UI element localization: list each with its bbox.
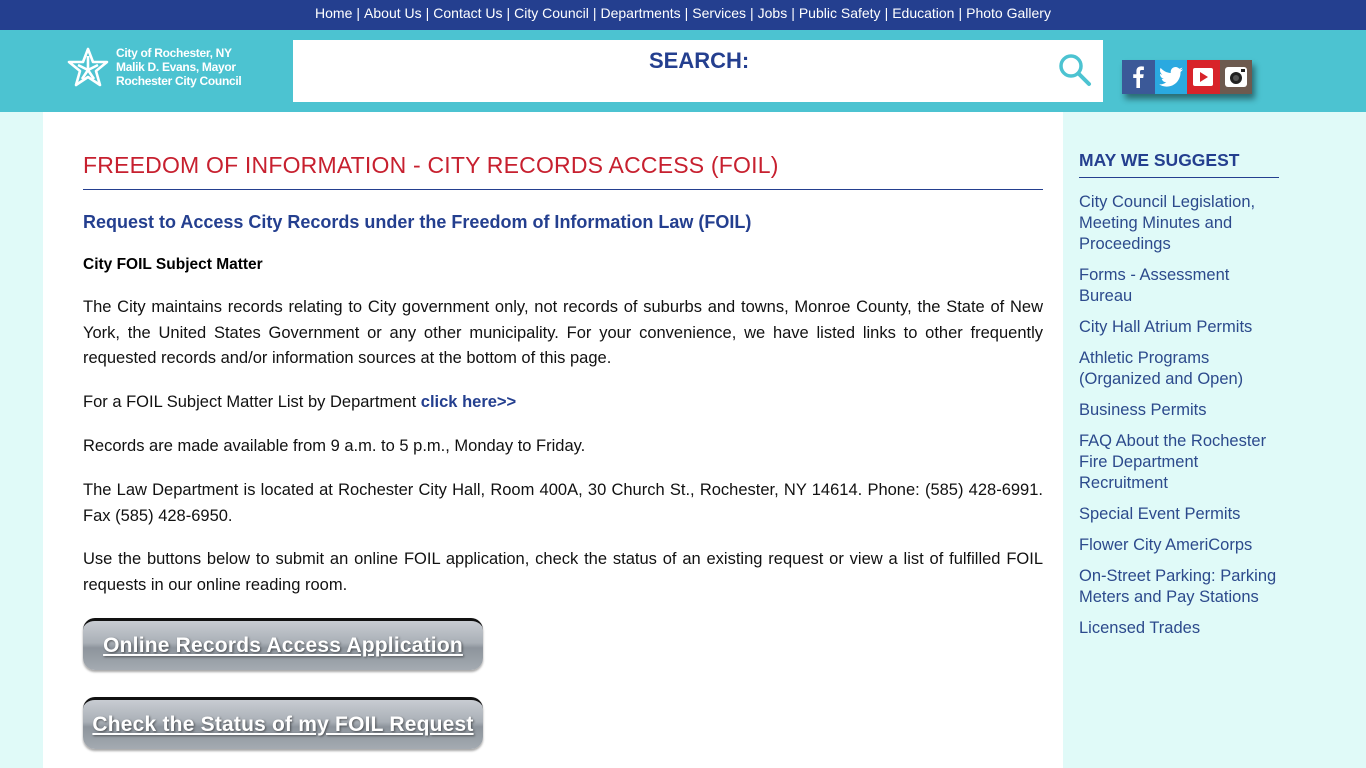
list-item: Flower City AmeriCorps: [1079, 535, 1279, 556]
list-item: Business Permits: [1079, 400, 1279, 421]
subject-list-link[interactable]: click here>>: [421, 393, 516, 411]
nav-services[interactable]: Services: [692, 5, 746, 21]
top-navigation: Home | About Us | Contact Us | City Council | De…: [0, 0, 1366, 30]
list-item: Forms - Assessment Bureau: [1079, 265, 1279, 307]
online-records-access-button[interactable]: Online Records Access Application: [83, 618, 483, 670]
nav-contact-us[interactable]: Contact Us: [433, 5, 502, 21]
flower-star-icon: [67, 47, 109, 87]
check-foil-status-button[interactable]: Check the Status of my FOIL Request: [83, 697, 483, 749]
nav-separator: |: [592, 5, 597, 21]
nav-separator: |: [749, 5, 754, 21]
nav-separator: |: [958, 5, 963, 21]
search-icon[interactable]: [1057, 52, 1093, 88]
nav-home[interactable]: Home: [315, 5, 352, 21]
twitter-icon[interactable]: [1154, 60, 1187, 94]
subject-heading: City FOIL Subject Matter: [83, 256, 263, 273]
suggestion-link[interactable]: On-Street Parking: Parking Meters and Pa…: [1079, 566, 1279, 608]
search-label: SEARCH:: [649, 48, 750, 73]
subject-list-paragraph: For a FOIL Subject Matter List by Depart…: [83, 390, 1043, 416]
logo-line-city: City of Rochester, NY: [116, 46, 232, 60]
list-item: On-Street Parking: Parking Meters and Pa…: [1079, 566, 1279, 608]
logo-text: City of Rochester, NY Malik D. Evans, Ma…: [116, 46, 242, 88]
nav-about-us[interactable]: About Us: [364, 5, 422, 21]
sidebar-title: MAY WE SUGGEST: [1079, 150, 1279, 178]
nav-public-safety[interactable]: Public Safety: [799, 5, 881, 21]
page-title: FREEDOM OF INFORMATION - CITY RECORDS AC…: [83, 152, 1043, 190]
nav-separator: |: [356, 5, 361, 21]
main-content: FREEDOM OF INFORMATION - CITY RECORDS AC…: [43, 112, 1063, 768]
logo-line-council: Rochester City Council: [116, 74, 242, 88]
nav-departments[interactable]: Departments: [601, 5, 681, 21]
scope-paragraph: The City maintains records relating to C…: [83, 298, 1043, 367]
suggestions-sidebar: MAY WE SUGGEST City Council Legislation,…: [1079, 150, 1279, 649]
list-item: City Hall Atrium Permits: [1079, 317, 1279, 338]
nav-separator: |: [506, 5, 511, 21]
nav-city-council[interactable]: City Council: [514, 5, 589, 21]
location-paragraph: The Law Department is located at Rochest…: [83, 481, 1043, 525]
city-logo[interactable]: City of Rochester, NY Malik D. Evans, Ma…: [66, 44, 266, 94]
nav-jobs[interactable]: Jobs: [758, 5, 788, 21]
youtube-icon[interactable]: [1187, 60, 1220, 94]
suggestion-list: City Council Legislation, Meeting Minute…: [1079, 192, 1279, 639]
facebook-icon[interactable]: [1122, 60, 1155, 94]
social-links: [1122, 60, 1252, 94]
list-item: City Council Legislation, Meeting Minute…: [1079, 192, 1279, 255]
suggestion-link[interactable]: Forms - Assessment Bureau: [1079, 265, 1279, 307]
list-item: Special Event Permits: [1079, 504, 1279, 525]
suggestion-link[interactable]: Athletic Programs (Organized and Open): [1079, 348, 1279, 390]
suggestion-link[interactable]: Flower City AmeriCorps: [1079, 535, 1279, 556]
suggestion-link[interactable]: Special Event Permits: [1079, 504, 1279, 525]
instructions-paragraph: Use the buttons below to submit an onlin…: [83, 550, 1043, 594]
suggestion-link[interactable]: Business Permits: [1079, 400, 1279, 421]
suggestion-link[interactable]: FAQ About the Rochester Fire Department …: [1079, 431, 1279, 494]
search-input[interactable]: SEARCH:: [293, 40, 1103, 102]
nav-separator: |: [884, 5, 889, 21]
nav-education[interactable]: Education: [892, 5, 954, 21]
hours-paragraph: Records are made available from 9 a.m. t…: [83, 437, 586, 455]
instagram-icon[interactable]: [1219, 60, 1252, 94]
subject-list-text: For a FOIL Subject Matter List by Depart…: [83, 393, 421, 411]
nav-photo-gallery[interactable]: Photo Gallery: [966, 5, 1051, 21]
logo-line-mayor: Malik D. Evans, Mayor: [116, 60, 236, 74]
list-item: Licensed Trades: [1079, 618, 1279, 639]
suggestion-link[interactable]: City Council Legislation, Meeting Minute…: [1079, 192, 1279, 255]
site-header: City of Rochester, NY Malik D. Evans, Ma…: [0, 30, 1366, 112]
nav-separator: |: [684, 5, 689, 21]
page-subtitle: Request to Access City Records under the…: [83, 212, 752, 232]
suggestion-link[interactable]: Licensed Trades: [1079, 618, 1279, 639]
list-item: FAQ About the Rochester Fire Department …: [1079, 431, 1279, 494]
nav-separator: |: [791, 5, 795, 21]
suggestion-link[interactable]: City Hall Atrium Permits: [1079, 317, 1279, 338]
nav-separator: |: [425, 5, 430, 21]
list-item: Athletic Programs (Organized and Open): [1079, 348, 1279, 390]
